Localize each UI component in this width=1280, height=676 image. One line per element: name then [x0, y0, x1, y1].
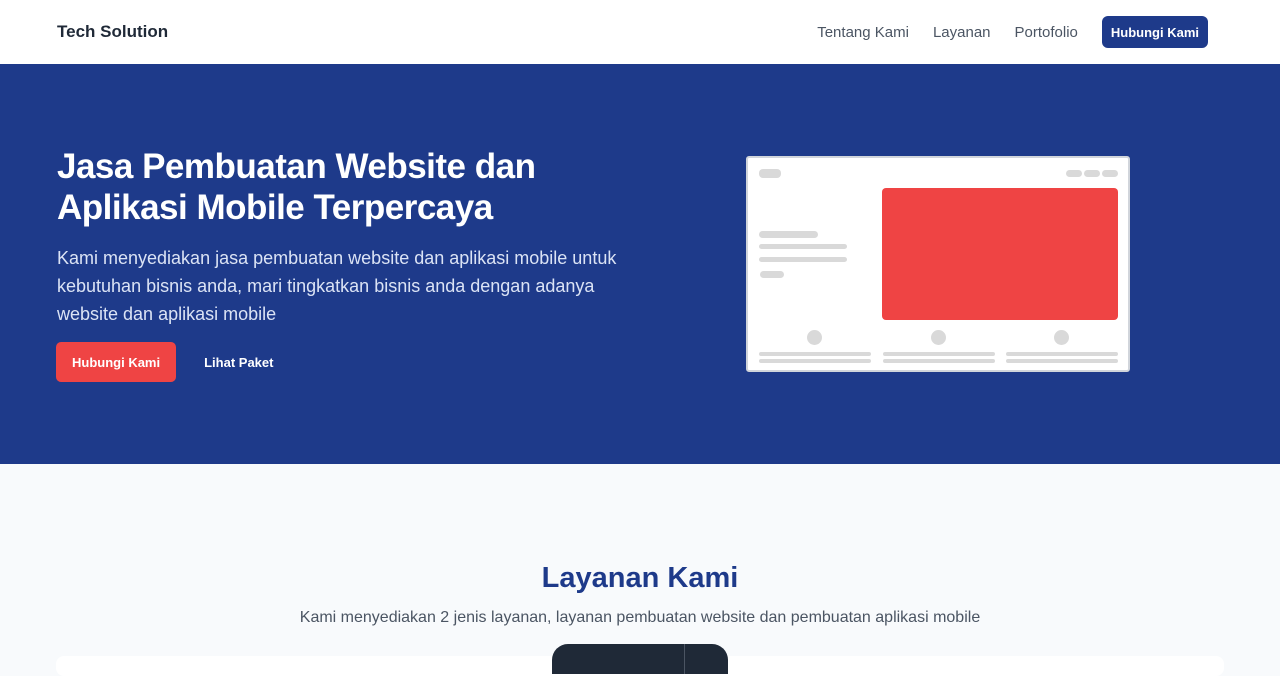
wireframe-nav-dot [1066, 170, 1082, 177]
services-title: Layanan Kami [541, 562, 739, 594]
wireframe-logo [759, 169, 781, 178]
wireframe-feature-line [1006, 352, 1118, 356]
nav-link-portofolio[interactable]: Portofolio [1015, 24, 1078, 41]
hero-contact-button[interactable]: Hubungi Kami [56, 342, 177, 382]
services-section: Layanan Kami Kami menyediakan 2 jenis la… [0, 464, 1280, 676]
wireframe-feature-icon [807, 330, 822, 345]
navbar: Tech Solution Tentang Kami Layanan Porto… [0, 0, 1280, 64]
nav-link-tentang-kami[interactable]: Tentang Kami [817, 24, 909, 41]
nav-links: Tentang Kami Layanan Portofolio Hubungi … [817, 16, 1208, 48]
wireframe-feature-icon [1054, 330, 1069, 345]
hero-title: Jasa Pembuatan Website dan Aplikasi Mobi… [57, 147, 536, 227]
wireframe-nav-dot [1102, 170, 1118, 177]
wireframe-feature-line [1006, 359, 1118, 363]
nav-contact-button[interactable]: Hubungi Kami [1101, 16, 1208, 48]
hero-actions: Hubungi Kami Lihat Paket [56, 342, 273, 382]
mobile-app-illustration [552, 644, 728, 674]
wireframe-feature-icon [931, 330, 946, 345]
hero-section: Jasa Pembuatan Website dan Aplikasi Mobi… [0, 64, 1280, 464]
hero-description: Kami menyediakan jasa pembuatan website … [57, 248, 617, 324]
phone-divider [684, 644, 685, 674]
brand-logo[interactable]: Tech Solution [57, 22, 168, 42]
wireframe-feature-line [759, 352, 871, 356]
wireframe-feature-line [883, 352, 995, 356]
wireframe-text-line [759, 257, 847, 262]
wireframe-text-line [759, 231, 818, 238]
wireframe-text-line [759, 244, 847, 249]
nav-link-layanan[interactable]: Layanan [933, 24, 991, 41]
see-packages-link[interactable]: Lihat Paket [204, 355, 273, 370]
website-wireframe-illustration [746, 156, 1130, 372]
wireframe-hero-image [882, 188, 1118, 320]
services-description: Kami menyediakan 2 jenis layanan, layana… [299, 609, 981, 626]
wireframe-feature-line [759, 359, 871, 363]
wireframe-nav-dot [1084, 170, 1100, 177]
wireframe-feature-line [883, 359, 995, 363]
wireframe-button [760, 271, 784, 278]
